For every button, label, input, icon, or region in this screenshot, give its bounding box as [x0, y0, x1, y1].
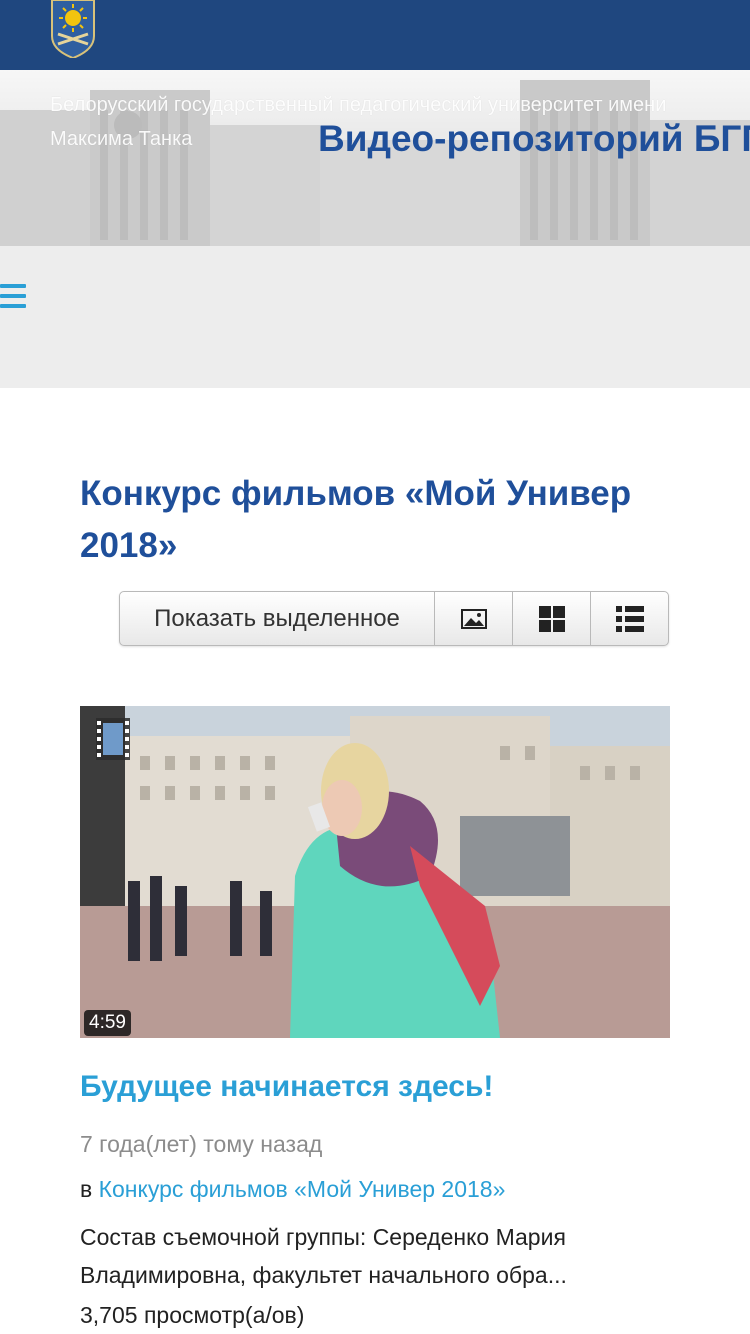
top-bar [0, 0, 750, 70]
list-view-button[interactable] [591, 592, 668, 645]
grid-view-button[interactable] [513, 592, 591, 645]
image-view-button[interactable] [435, 592, 513, 645]
video-category-line: в Конкурс фильмов «Мой Универ 2018» [80, 1176, 505, 1203]
show-selected-button[interactable]: Показать выделенное [120, 592, 435, 645]
view-toolbar: Показать выделенное [119, 591, 669, 646]
category-prefix: в [80, 1176, 93, 1202]
grid-view-icon [538, 605, 565, 632]
film-strip-icon [96, 718, 130, 760]
video-description: Состав съемочной группы: Середенко Мария… [80, 1224, 567, 1288]
category-link[interactable]: Конкурс фильмов «Мой Универ 2018» [99, 1176, 506, 1202]
thumbnail-image [80, 706, 670, 1038]
video-thumbnail[interactable]: 4:59 [80, 706, 670, 1038]
video-duration: 4:59 [84, 1010, 131, 1036]
site-title[interactable]: Видео-репозиторий БГПУ [318, 118, 750, 160]
list-view-icon [615, 605, 644, 632]
hamburger-icon[interactable] [0, 284, 26, 308]
page-title: Конкурс фильмов «Мой Универ 2018» [80, 474, 632, 565]
header-banner: Белорусский государственный педагогическ… [0, 70, 750, 246]
video-time-ago: 7 года(лет) тому назад [80, 1131, 323, 1157]
video-views: 3,705 просмотр(а/ов) [80, 1302, 305, 1328]
image-view-icon [460, 608, 487, 629]
video-title-link[interactable]: Будущее начинается здесь! [80, 1070, 493, 1104]
crest-icon[interactable] [50, 0, 96, 58]
nav-bar [0, 246, 750, 388]
